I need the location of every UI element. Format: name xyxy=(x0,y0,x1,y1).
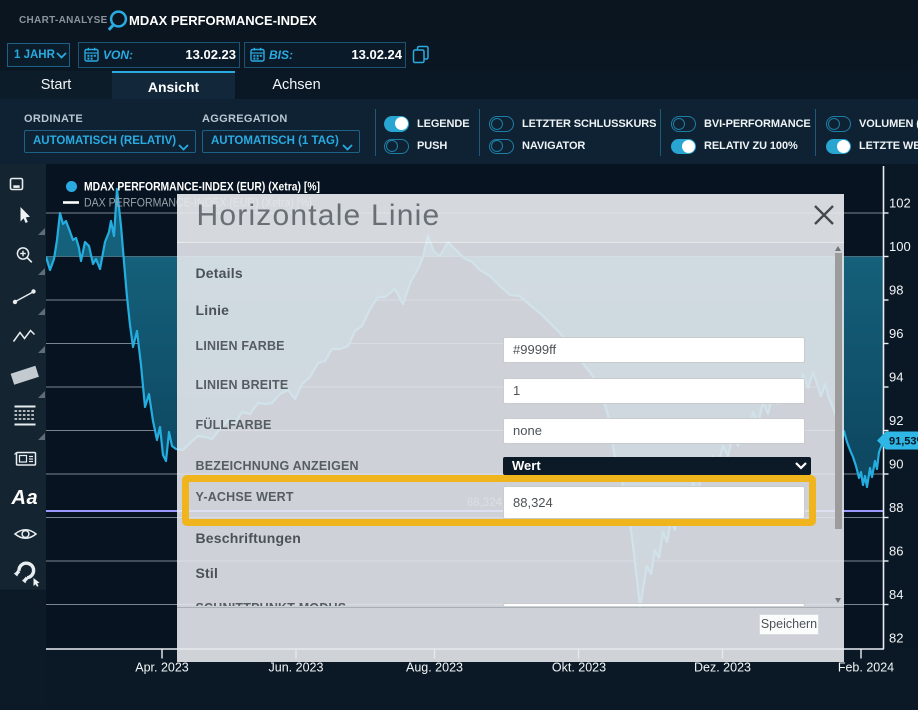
svg-text:82: 82 xyxy=(889,631,903,646)
svg-text:Apr. 2023: Apr. 2023 xyxy=(135,661,189,675)
svg-text:Dez. 2023: Dez. 2023 xyxy=(694,661,751,675)
svg-text:88: 88 xyxy=(889,500,903,515)
svg-text:96: 96 xyxy=(889,326,903,341)
svg-text:Jun. 2023: Jun. 2023 xyxy=(269,661,324,675)
svg-text:Feb. 2024: Feb. 2024 xyxy=(838,661,894,675)
svg-text:94: 94 xyxy=(889,370,903,385)
svg-text:Aa: Aa xyxy=(11,487,39,509)
svg-text:Aug. 2023: Aug. 2023 xyxy=(406,661,463,675)
svg-text:MDAX PERFORMANCE-INDEX (EUR) (: MDAX PERFORMANCE-INDEX (EUR) (Xetra) [%] xyxy=(84,182,320,194)
svg-text:98: 98 xyxy=(889,283,903,298)
svg-text:91,53%: 91,53% xyxy=(889,436,918,448)
svg-text:102: 102 xyxy=(889,196,911,211)
svg-text:90: 90 xyxy=(889,457,903,472)
svg-text:100: 100 xyxy=(889,239,911,254)
svg-text:84: 84 xyxy=(889,587,903,602)
svg-text:92: 92 xyxy=(889,413,903,428)
svg-text:Okt. 2023: Okt. 2023 xyxy=(552,661,606,675)
svg-text:86: 86 xyxy=(889,544,903,559)
